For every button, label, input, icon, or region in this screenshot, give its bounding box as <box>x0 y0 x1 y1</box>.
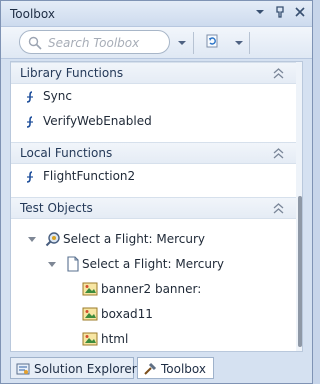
image-icon <box>82 307 98 321</box>
search-input-placeholder[interactable]: Search Toolbox <box>48 36 139 50</box>
page-icon <box>67 256 79 272</box>
tree-item-image[interactable]: html <box>11 327 302 351</box>
tab-label: Solution Explorer <box>34 362 137 376</box>
section-title: Library Functions <box>20 66 124 80</box>
tab-toolbox[interactable]: Toolbox <box>137 357 214 379</box>
refresh-options-dropdown-icon[interactable] <box>234 38 244 48</box>
tab-label: Toolbox <box>161 362 206 376</box>
section-library-functions[interactable]: Library Functions <box>11 62 302 84</box>
section-title: Test Objects <box>20 201 93 215</box>
toolbox-icon <box>144 362 157 375</box>
item-label: FlightFunction2 <box>43 169 136 183</box>
item-label: boxad11 <box>101 307 153 321</box>
function-icon <box>26 171 33 183</box>
tree-item-page[interactable]: Select a Flight: Mercury <box>11 252 302 277</box>
image-icon <box>82 332 98 346</box>
toolbox-window: Toolbox Search Toolbox Library Functions… <box>0 0 313 384</box>
vertical-scrollbar[interactable] <box>296 62 302 351</box>
title-bar: Toolbox <box>1 1 312 27</box>
tab-solution-explorer[interactable]: Solution Explorer <box>10 357 137 379</box>
list-item[interactable]: FlightFunction2 <box>11 164 302 189</box>
item-label: banner2 banner: <box>101 282 202 296</box>
refresh-icon[interactable] <box>204 32 222 50</box>
function-icon <box>26 91 33 103</box>
search-box[interactable]: Search Toolbox <box>19 30 170 54</box>
solution-icon <box>16 363 30 375</box>
tree-arrow-icon[interactable] <box>48 261 56 269</box>
section-title: Local Functions <box>20 146 113 160</box>
toolbar-separator <box>193 32 194 54</box>
collapse-icon[interactable] <box>273 203 284 214</box>
search-icon <box>28 36 42 50</box>
section-local-functions[interactable]: Local Functions <box>11 142 302 164</box>
image-icon <box>82 282 98 296</box>
toolbox-content: Library Functions Sync VerifyWebEnabled … <box>10 61 303 352</box>
function-icon <box>26 116 33 128</box>
browser-icon <box>45 232 60 247</box>
toolbar: Search Toolbox <box>1 27 312 59</box>
collapse-icon[interactable] <box>273 148 284 159</box>
tree-item-image[interactable]: banner2 banner: <box>11 277 302 302</box>
window-title: Toolbox <box>10 7 55 21</box>
item-label: Sync <box>43 89 72 103</box>
tree-arrow-icon[interactable] <box>28 236 36 244</box>
dropdown-icon[interactable] <box>254 5 266 19</box>
item-label: VerifyWebEnabled <box>43 114 152 128</box>
tree-item-image[interactable]: boxad11 <box>11 302 302 327</box>
close-icon[interactable] <box>294 5 306 19</box>
collapse-icon[interactable] <box>273 68 284 79</box>
tree-item-browser[interactable]: Select a Flight: Mercury <box>11 227 302 252</box>
item-label: html <box>101 332 129 346</box>
title-actions <box>254 5 306 19</box>
list-item[interactable]: Sync <box>11 84 302 109</box>
scrollbar-thumb[interactable] <box>298 196 302 347</box>
list-item[interactable]: VerifyWebEnabled <box>11 109 302 134</box>
item-label: Select a Flight: Mercury <box>63 232 206 246</box>
search-options-dropdown-icon[interactable] <box>177 38 187 48</box>
bottom-tabs: Solution Explorer Toolbox <box>10 357 303 380</box>
pin-icon[interactable] <box>274 5 286 19</box>
section-test-objects[interactable]: Test Objects <box>11 197 302 219</box>
item-label: Select a Flight: Mercury <box>82 257 225 271</box>
toolbar-separator <box>249 32 250 54</box>
